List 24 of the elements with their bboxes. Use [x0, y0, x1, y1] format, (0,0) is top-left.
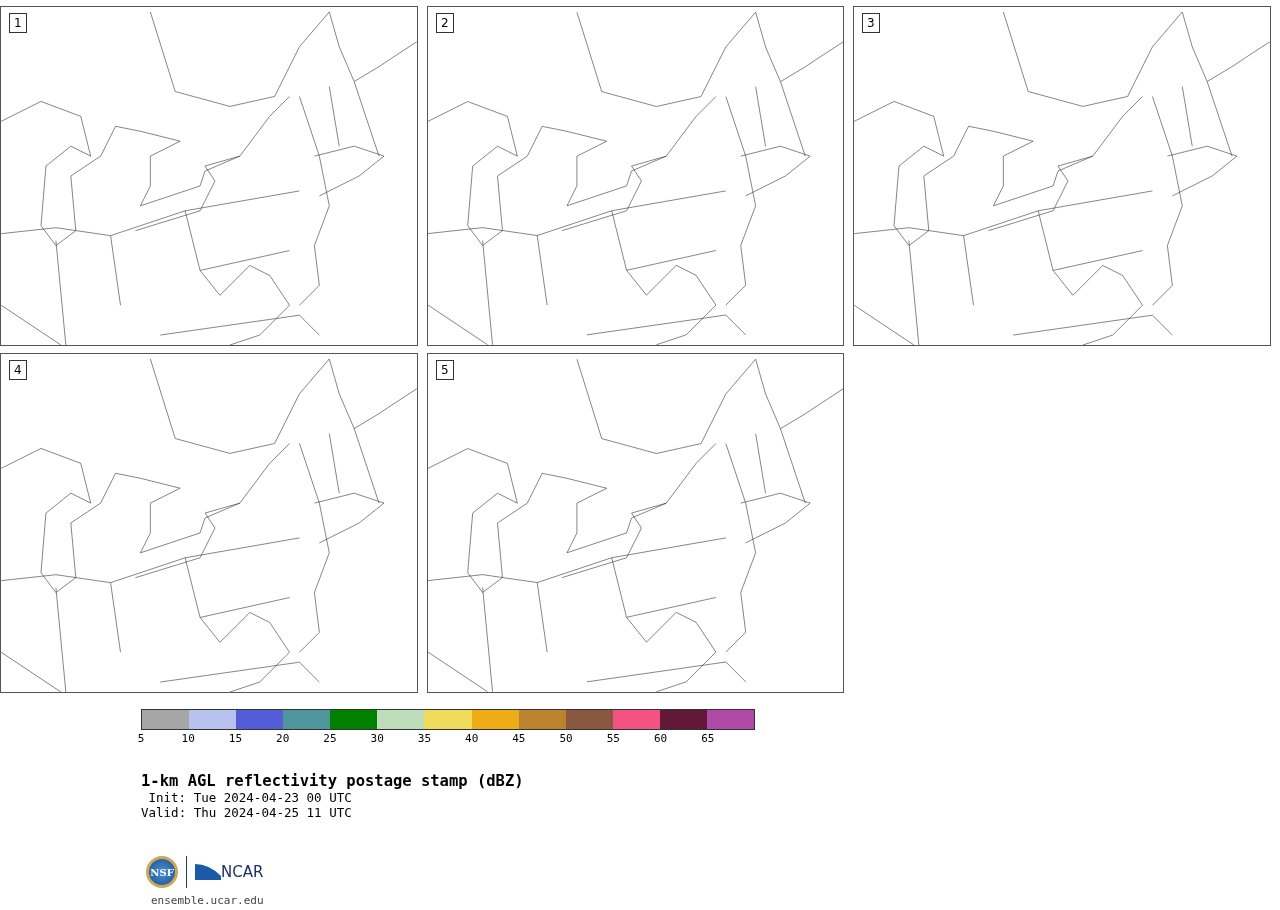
panel-number: 5 — [436, 360, 454, 380]
swoosh-icon — [195, 862, 221, 882]
panel-number: 3 — [862, 13, 880, 33]
tick-label: 45 — [512, 732, 526, 745]
logo-wordmark: NCAR — [221, 863, 264, 881]
tick-label: 55 — [606, 732, 620, 745]
panel-number: 2 — [436, 13, 454, 33]
tick-label: 5 — [137, 732, 145, 745]
panel-number: 1 — [9, 13, 27, 33]
init-time: Init: Tue 2024-04-23 00 UTC — [147, 790, 353, 805]
tick-label: 60 — [653, 732, 668, 745]
panel-number: 4 — [9, 360, 27, 380]
tick-label: 65 — [701, 732, 715, 745]
tick-label: 35 — [417, 732, 432, 745]
tick-label: 20 — [276, 732, 290, 745]
tick-label: 10 — [181, 732, 195, 745]
valid-time: Valid: Thu 2024-04-25 11 UTC — [141, 805, 353, 820]
tick-label: 25 — [323, 732, 337, 745]
tick-label: 15 — [228, 732, 243, 745]
seal-logo: NSF — [146, 856, 178, 888]
tick-label: 50 — [559, 732, 573, 745]
tick-label: 40 — [465, 732, 479, 745]
chart-title: 1-km AGL reflectivity postage stamp (dBZ) — [141, 772, 525, 790]
tick-label: 30 — [370, 732, 384, 745]
